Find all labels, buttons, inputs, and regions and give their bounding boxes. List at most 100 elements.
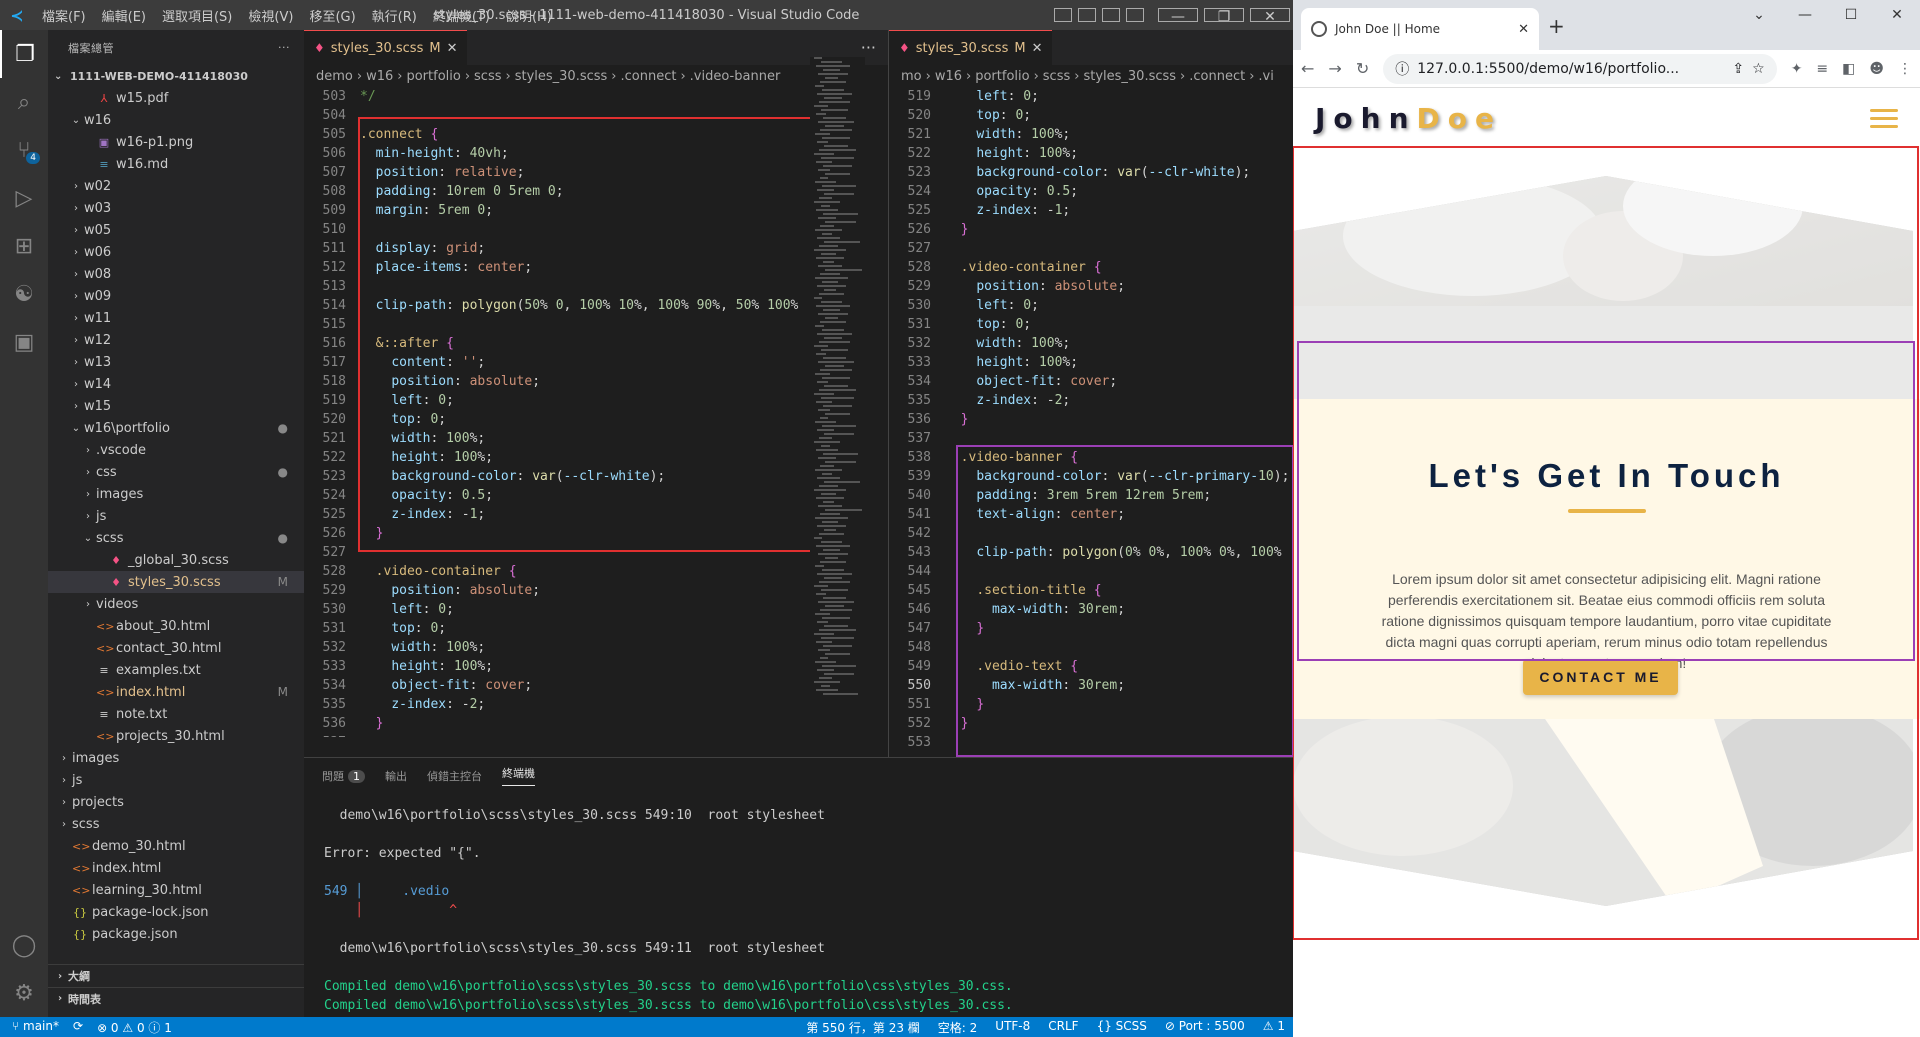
tree-folder[interactable]: › videos xyxy=(48,593,304,615)
minimize-button[interactable]: — xyxy=(1782,0,1828,30)
address-bar[interactable]: ⓘ 127.0.0.1:5500/demo/w16/portfolio... ⇪… xyxy=(1383,53,1777,84)
code-line[interactable]: opacity: 0.5; xyxy=(945,182,1078,201)
browser-tab[interactable]: John Doe || Home ✕ xyxy=(1301,8,1539,50)
menu-item[interactable]: 移至(G) xyxy=(301,6,363,25)
run-debug-icon[interactable]: ▷ xyxy=(0,174,48,222)
tree-file[interactable]: <> index.html xyxy=(48,857,304,879)
customize-layout-icon[interactable] xyxy=(1126,8,1144,22)
tree-folder[interactable]: › projects xyxy=(48,791,304,813)
code-line[interactable]: position: absolute; xyxy=(945,277,1125,296)
tree-folder[interactable]: › w08 xyxy=(48,263,304,285)
tree-folder[interactable]: › scss xyxy=(48,813,304,835)
panel-tab[interactable]: 偵錯主控台 xyxy=(427,768,482,784)
tree-folder[interactable]: › w15 xyxy=(48,395,304,417)
tree-file[interactable]: ≡ note.txt xyxy=(48,703,304,725)
breadcrumb-item[interactable]: .vi xyxy=(1258,69,1273,84)
code-line[interactable]: } xyxy=(945,410,969,429)
search-icon[interactable]: ⌕ xyxy=(0,78,48,126)
code-line[interactable]: height: 100%; xyxy=(945,353,1078,372)
tree-folder[interactable]: › w05 xyxy=(48,219,304,241)
menu-item[interactable]: 終端機(T) xyxy=(425,6,498,25)
editor-tab-styles[interactable]: ♦ styles_30.scss M ✕ xyxy=(304,30,468,65)
code-line[interactable]: width: 100%; xyxy=(945,125,1070,144)
forward-icon[interactable]: → xyxy=(1328,59,1341,78)
profile-avatar[interactable]: ☻ xyxy=(1869,61,1884,77)
tree-folder[interactable]: ⌄ w16\portfolio ● xyxy=(48,417,304,439)
breadcrumb-item[interactable]: scss xyxy=(1043,69,1070,84)
tree-file[interactable]: {} package-lock.json xyxy=(48,901,304,923)
tree-file[interactable]: ♦ _global_30.scss xyxy=(48,549,304,571)
indentation[interactable]: 空格: 2 xyxy=(938,1019,978,1036)
code-line[interactable]: height: 100%; xyxy=(360,657,493,676)
eol[interactable]: CRLF xyxy=(1048,1019,1078,1036)
breadcrumb-item[interactable]: styles_30.scss xyxy=(1083,69,1176,84)
tree-folder[interactable]: › w06 xyxy=(48,241,304,263)
tree-folder[interactable]: › w03 xyxy=(48,197,304,219)
code-line[interactable]: left: 0; xyxy=(945,87,1039,106)
media-control-icon[interactable]: ≡ xyxy=(1816,61,1828,77)
minimap[interactable] xyxy=(810,57,865,727)
close-button[interactable]: ✕ xyxy=(1874,0,1920,30)
tree-folder[interactable]: › .vscode xyxy=(48,439,304,461)
code-line[interactable]: .video-container { xyxy=(945,258,1102,277)
tree-folder[interactable]: › images xyxy=(48,747,304,769)
code-line[interactable]: z-index: -2; xyxy=(360,695,485,714)
breadcrumb-item[interactable]: mo xyxy=(901,69,922,84)
tab-close-icon[interactable]: ✕ xyxy=(447,41,458,56)
tree-file[interactable]: <> projects_30.html xyxy=(48,725,304,747)
code-line[interactable]: } xyxy=(360,714,384,733)
problems-indicator[interactable]: ⊗ 0 ⚠ 0 ⓘ 1 xyxy=(97,1019,172,1036)
tab-search-icon[interactable]: ⌄ xyxy=(1736,0,1782,30)
code-line[interactable]: background-color: var(--clr-white); xyxy=(945,163,1250,182)
toggle-panel-icon[interactable] xyxy=(1078,8,1096,22)
maximize-button[interactable]: ☐ xyxy=(1828,0,1874,30)
menu-item[interactable]: 編輯(E) xyxy=(94,6,154,25)
tree-folder[interactable]: › w02 xyxy=(48,175,304,197)
menu-item[interactable]: 選取項目(S) xyxy=(154,6,240,25)
panel-tab[interactable]: 終端機 xyxy=(502,765,535,786)
outline-section[interactable]: › 大綱 xyxy=(48,965,304,987)
breadcrumb-item[interactable]: portfolio xyxy=(975,69,1029,84)
tab-close-icon[interactable]: ✕ xyxy=(1032,41,1043,56)
code-line[interactable]: object-fit: cover; xyxy=(360,676,532,695)
breadcrumb-item[interactable]: .video-banner xyxy=(690,69,781,84)
settings-gear-icon[interactable]: ⚙ xyxy=(0,969,48,1017)
close-tab-icon[interactable]: ✕ xyxy=(1518,22,1529,37)
remote-explorer-icon[interactable]: ▣ xyxy=(0,318,48,366)
editor-tab-styles-2[interactable]: ♦ styles_30.scss M ✕ xyxy=(889,30,1053,65)
timeline-section[interactable]: › 時間表 xyxy=(48,987,304,1009)
source-control-icon[interactable]: ⑂ 4 xyxy=(0,126,48,174)
reload-icon[interactable]: ↻ xyxy=(1356,59,1369,78)
code-line[interactable]: position: absolute; xyxy=(360,581,540,600)
tree-file[interactable]: <> learning_30.html xyxy=(48,879,304,901)
explorer-icon[interactable]: ❐ xyxy=(0,30,48,78)
breadcrumb-item[interactable]: styles_30.scss xyxy=(515,69,608,84)
breadcrumb-item[interactable]: demo xyxy=(316,69,353,84)
code-line[interactable]: top: 0; xyxy=(945,315,1031,334)
tree-folder[interactable]: › images xyxy=(48,483,304,505)
project-root[interactable]: ⌄ 1111-WEB-DEMO-411418030 xyxy=(48,65,304,87)
code-line[interactable]: top: 0; xyxy=(360,619,446,638)
back-icon[interactable]: ← xyxy=(1301,59,1314,78)
maximize-button[interactable]: ❐ xyxy=(1204,8,1244,25)
explorer-more-button[interactable]: ··· xyxy=(278,41,290,54)
tree-file[interactable]: ▣ w16-p1.png xyxy=(48,131,304,153)
breadcrumb-item[interactable]: .connect xyxy=(1189,69,1245,84)
code-line[interactable]: left: 0; xyxy=(945,296,1039,315)
breadcrumb-item[interactable]: w16 xyxy=(935,69,962,84)
menu-item[interactable]: 檢視(V) xyxy=(240,6,301,25)
code-line[interactable]: } xyxy=(945,220,969,239)
chrome-menu-icon[interactable]: ⋮ xyxy=(1898,61,1912,77)
code-line[interactable]: width: 100%; xyxy=(360,638,485,657)
panel-tab[interactable]: 輸出 xyxy=(385,768,407,784)
tree-folder[interactable]: › w14 xyxy=(48,373,304,395)
code-line[interactable]: top: 0; xyxy=(945,106,1031,125)
extensions-icon[interactable]: ✦ xyxy=(1791,61,1803,77)
tree-file[interactable]: ♦ styles_30.scss M xyxy=(48,571,304,593)
code-line[interactable]: width: 100%; xyxy=(945,334,1070,353)
breadcrumb-item[interactable]: w16 xyxy=(366,69,393,84)
bookmark-star-icon[interactable]: ☆ xyxy=(1752,61,1765,77)
code-line[interactable]: object-fit: cover; xyxy=(945,372,1117,391)
tree-folder[interactable]: › w09 xyxy=(48,285,304,307)
code-line[interactable]: height: 100%; xyxy=(945,144,1078,163)
